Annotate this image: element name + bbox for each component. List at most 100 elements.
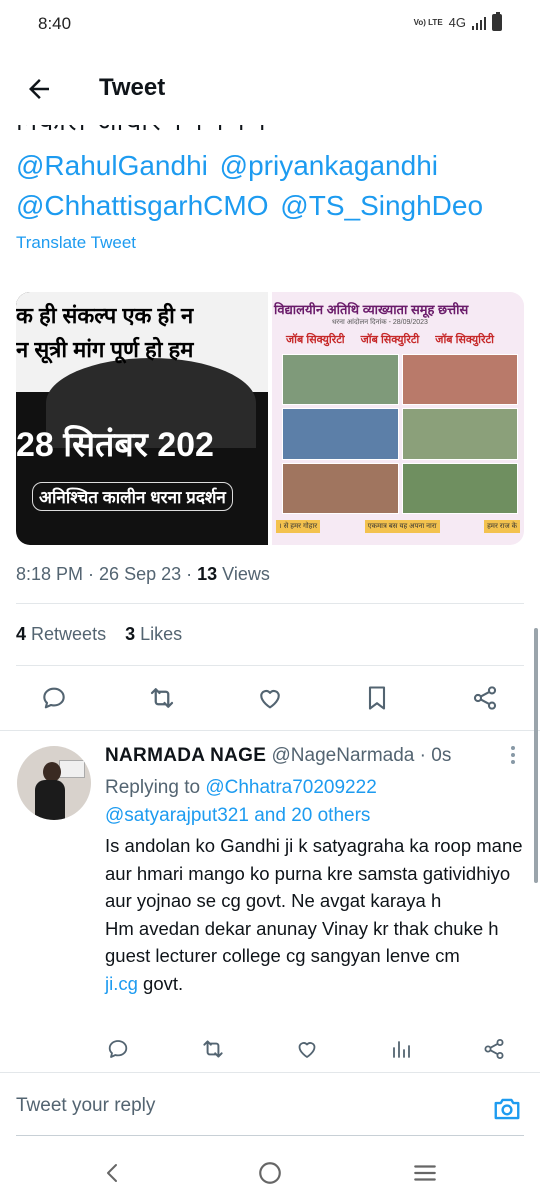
retweet-button[interactable] — [142, 678, 182, 718]
collage-photo — [401, 408, 518, 460]
reply-actions — [0, 1034, 540, 1064]
reply-like-button[interactable] — [292, 1034, 322, 1064]
media-image-1[interactable]: क ही संकल्प एक ही न न सूत्री मांग पूर्ण … — [16, 292, 268, 545]
like-icon — [260, 689, 280, 709]
reply-paragraph: Hm avedan dekar anunay Vinay kr thak chu… — [105, 917, 499, 994]
status-icons: Vo) LTE 4G — [413, 12, 502, 31]
status-bar: 8:40 Vo) LTE 4G — [0, 0, 540, 50]
network-type: 4G — [448, 15, 466, 30]
reply-share-button[interactable] — [479, 1034, 509, 1064]
reply-reply-button[interactable] — [103, 1034, 133, 1064]
tweet-mentions: @RahulGandhi @priyankagandhi @Chhattisga… — [16, 146, 526, 226]
tweet-meta: 8:18 PM · 26 Sep 23 · 13 Views — [16, 564, 270, 584]
reply-views-button[interactable] — [386, 1034, 416, 1064]
divider — [16, 603, 524, 604]
battery-icon — [492, 12, 502, 31]
reply-link[interactable]: ji.cg — [105, 973, 138, 994]
nav-back-icon — [107, 1164, 117, 1182]
retweet-icon — [150, 688, 174, 708]
media-image-2[interactable]: विद्यालयीन अतिथि व्याख्याता समूह छत्तीस … — [272, 292, 524, 545]
mention-link[interactable]: @TS_SinghDeo — [280, 190, 483, 221]
replying-others-link[interactable]: and 20 others — [254, 805, 370, 826]
bookmark-button[interactable] — [357, 678, 397, 718]
more-icon — [511, 746, 515, 750]
avatar-sign — [59, 760, 85, 778]
replying-to-link[interactable]: @satyarajput321 — [105, 805, 249, 826]
collage-title: विद्यालयीन अतिथि व्याख्याता समूह छत्तीस — [274, 302, 469, 317]
back-button[interactable] — [24, 74, 54, 104]
reply-text: Is andolan ko Gandhi ji k satyagraha ka … — [105, 832, 525, 997]
retweets-label: Retweets — [31, 624, 107, 644]
reply-author-name[interactable]: NARMADA NAGE — [105, 745, 266, 766]
likes-label: Likes — [140, 624, 183, 644]
collage-footer: । से हमर गोहार एकमात्र बस यह अपना नारा ह… — [272, 520, 524, 533]
collage-slogans: जॉब सिक्युरिटी जॉब सिक्युरिटी जॉब सिक्यु… — [286, 332, 494, 347]
camera-button[interactable] — [492, 1093, 522, 1123]
reply-icon — [43, 687, 65, 709]
collage-footer-text: एकमात्र बस यह अपना नारा — [364, 520, 440, 533]
replying-label: Replying to — [105, 777, 201, 798]
collage-slogan: जॉब सिक्युरिटी — [435, 334, 494, 346]
divider — [0, 730, 540, 731]
likes-count: 3 — [125, 624, 136, 644]
collage-slogan: जॉब सिक्युरिटी — [286, 334, 345, 346]
collage-photo — [401, 462, 518, 514]
collage-slogan: जॉब सिक्युरिटी — [360, 334, 420, 346]
mention-link[interactable]: @RahulGandhi — [16, 150, 208, 181]
nav-home-icon — [259, 1162, 281, 1184]
nav-back-button[interactable] — [98, 1158, 128, 1188]
divider — [16, 665, 524, 666]
collage-photo — [282, 408, 399, 460]
reply-composer — [0, 1072, 540, 1146]
replying-to-link[interactable]: @Chhatra70209222 — [205, 777, 376, 798]
nav-home-button[interactable] — [255, 1158, 285, 1188]
engagement-stats: 4 Retweets 3 Likes — [16, 624, 182, 645]
composer-underline — [16, 1135, 524, 1136]
reply-retweet-button[interactable] — [198, 1034, 228, 1064]
collage-subtitle: धरना आंदोलन दिनांक - 28/09/2023 — [332, 319, 428, 326]
status-time: 8:40 — [38, 14, 72, 33]
volte-indicator: Vo) LTE — [413, 17, 443, 27]
share-button[interactable] — [465, 678, 505, 718]
translate-tweet-link[interactable]: Translate Tweet — [16, 233, 136, 253]
app-header: Tweet — [0, 50, 540, 125]
nav-menu-icon — [414, 1165, 436, 1181]
tweet-date: 26 Sep 23 — [99, 564, 182, 584]
collage-photo — [282, 462, 399, 514]
poster-banner: अनिश्चित कालीन धरना प्रदर्शन — [32, 482, 233, 511]
replying-to: Replying to @Chhatra70209222 @satyarajpu… — [105, 774, 525, 830]
reply-author-handle[interactable]: @NageNarmada — [272, 745, 415, 766]
views-count: 13 — [197, 564, 218, 584]
share-icon — [484, 1039, 504, 1059]
system-nav-bar — [0, 1146, 540, 1200]
reply-icon — [108, 1040, 128, 1058]
bookmark-icon — [368, 686, 386, 710]
reply-time: 0s — [431, 745, 452, 766]
collage-photos — [282, 354, 518, 514]
tweet-media: क ही संकल्प एक ही न न सूत्री मांग पूर्ण … — [16, 292, 524, 545]
mention-link[interactable]: @ChhattisgarhCMO — [16, 190, 269, 221]
mention-link[interactable]: @priyankagandhi — [220, 150, 438, 181]
reply-paragraph: Is andolan ko Gandhi ji k satyagraha ka … — [105, 835, 523, 911]
more-options-button[interactable] — [510, 746, 516, 766]
poster-line-2: न सूत्री मांग पूर्ण हो हम — [16, 337, 194, 362]
retweets-stat[interactable]: 4 Retweets — [16, 624, 106, 644]
reply-tweet[interactable]: NARMADA NAGE @NageNarmada · 0s Replying … — [0, 732, 540, 1072]
collage-footer-text: हमर राज के — [484, 520, 520, 533]
views-icon — [393, 1041, 410, 1058]
camera-icon — [494, 1098, 520, 1120]
like-button[interactable] — [250, 678, 290, 718]
reply-button[interactable] — [34, 678, 74, 718]
scrollbar[interactable] — [534, 628, 538, 883]
likes-stat[interactable]: 3 Likes — [125, 624, 182, 644]
nav-menu-button[interactable] — [410, 1158, 440, 1188]
poster-line-1: क ही संकल्प एक ही न — [16, 303, 194, 328]
avatar-body — [35, 780, 65, 820]
collage-photo — [282, 354, 399, 406]
reply-input[interactable] — [16, 1095, 416, 1117]
views-label: Views — [222, 564, 270, 584]
retweets-count: 4 — [16, 624, 27, 644]
avatar[interactable] — [17, 746, 91, 820]
like-icon — [298, 1042, 316, 1058]
tweet-actions — [0, 678, 540, 720]
